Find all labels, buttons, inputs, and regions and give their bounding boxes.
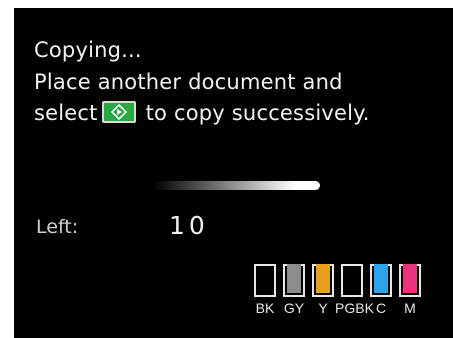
status-message: Copying... Place another document and se… bbox=[34, 35, 370, 130]
printer-lcd-screen: Copying... Place another document and se… bbox=[14, 8, 453, 338]
message-line-place-document: Place another document and bbox=[34, 69, 343, 94]
ink-tank-outline bbox=[283, 264, 305, 297]
message-line-copying: Copying... bbox=[34, 38, 142, 62]
ink-tank-outline bbox=[254, 264, 276, 297]
message-line-select-start: select to copy successively. bbox=[34, 98, 370, 130]
copies-left-value: 10 bbox=[169, 211, 209, 240]
ink-tank-outline bbox=[399, 264, 421, 297]
ink-level-fill bbox=[287, 264, 301, 293]
ink-tank-outline bbox=[370, 264, 392, 297]
ink-level-fill bbox=[374, 264, 388, 293]
ink-label: M bbox=[404, 300, 416, 316]
ink-tank-outline bbox=[312, 264, 334, 297]
ink-tank-outline bbox=[341, 264, 363, 297]
color-start-icon bbox=[101, 101, 136, 123]
copies-left-label: Left: bbox=[36, 216, 79, 238]
ink-level-fill bbox=[403, 264, 417, 293]
ink-level-fill bbox=[316, 264, 330, 293]
ink-level-indicators: BK GY Y PGBK C M bbox=[254, 264, 444, 328]
message-copy-text: to copy successively. bbox=[145, 101, 370, 125]
copy-progress-bar bbox=[153, 181, 320, 190]
message-select-text: select bbox=[34, 101, 98, 125]
